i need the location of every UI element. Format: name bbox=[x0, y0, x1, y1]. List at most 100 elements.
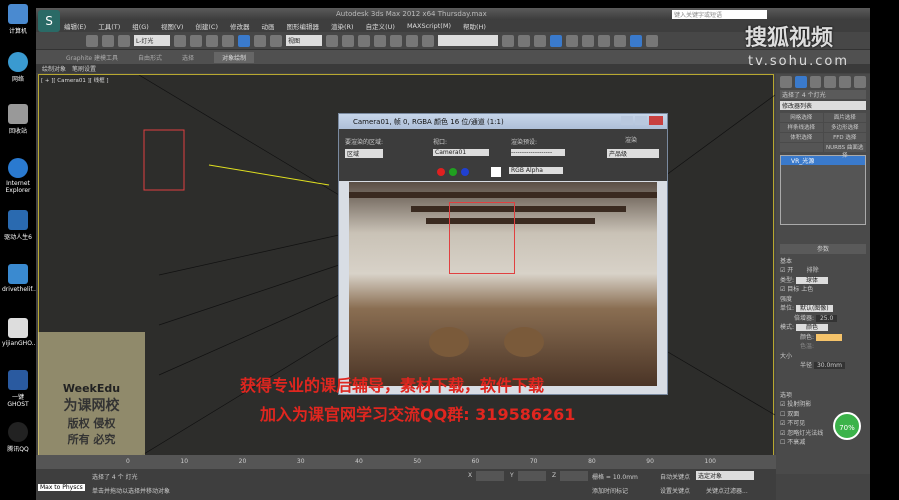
desktop-icon-computer[interactable]: 计算机 bbox=[2, 4, 34, 35]
stack-item[interactable]: VR_光源 bbox=[781, 156, 865, 165]
vol-select-button[interactable]: 体积选择 bbox=[780, 133, 823, 142]
display-tab-icon[interactable] bbox=[839, 76, 852, 88]
ignore-normals-checkbox[interactable]: 忽略灯光法线 bbox=[787, 430, 823, 437]
window-crossing-icon[interactable] bbox=[222, 34, 234, 47]
stack-controls[interactable] bbox=[776, 228, 870, 240]
ribbon-tab-freeform[interactable]: 自由形式 bbox=[138, 53, 162, 62]
paint-objects[interactable]: 绘制对象 bbox=[42, 64, 66, 73]
app-logo-icon[interactable]: S bbox=[38, 10, 60, 32]
menu-view[interactable]: 视图(V) bbox=[161, 21, 184, 31]
schematic-icon[interactable] bbox=[582, 34, 594, 47]
menu-animation[interactable]: 动画 bbox=[262, 21, 275, 31]
mode-dropdown[interactable]: 颜色 bbox=[795, 324, 828, 331]
render-icon[interactable] bbox=[646, 34, 658, 47]
desktop-icon-driver[interactable]: 驱动人生6 bbox=[2, 210, 34, 241]
green-channel-icon[interactable] bbox=[449, 168, 457, 176]
edit-named-sets-icon[interactable] bbox=[422, 34, 434, 47]
mirror-icon[interactable] bbox=[502, 34, 514, 47]
nurbs-select-button[interactable]: NURBS 曲面选择 bbox=[823, 143, 866, 159]
type-dropdown[interactable]: 球体 bbox=[795, 276, 828, 284]
desktop-icon-recycle-bin[interactable]: 回收站 bbox=[2, 104, 34, 135]
desktop-icon-ghost[interactable]: 一键GHOST bbox=[2, 370, 34, 408]
ribbon-tab-graphite[interactable]: Graphite 建模工具 bbox=[66, 53, 118, 62]
z-coord-field[interactable] bbox=[560, 471, 588, 481]
scene-explorer-icon[interactable] bbox=[550, 34, 562, 47]
link-icon[interactable] bbox=[86, 34, 98, 47]
patch-select-button[interactable]: 面片选择 bbox=[823, 113, 866, 122]
on-checkbox[interactable]: 开 bbox=[787, 267, 793, 274]
desktop-icon-qq[interactable]: 腾讯QQ bbox=[2, 422, 34, 453]
material-editor-icon[interactable] bbox=[598, 34, 610, 47]
rotate-icon[interactable] bbox=[254, 34, 266, 47]
x-coord-field[interactable] bbox=[476, 471, 504, 481]
render-setup-icon[interactable] bbox=[614, 34, 626, 47]
layer-icon[interactable] bbox=[534, 34, 546, 47]
scale-icon[interactable] bbox=[270, 34, 282, 47]
unit-dropdown[interactable]: 默认(图像) bbox=[795, 305, 833, 312]
ffd-select-button[interactable]: FFD 选择 bbox=[823, 133, 866, 142]
spinner-snap-icon[interactable] bbox=[406, 34, 418, 47]
select-by-name-icon[interactable] bbox=[190, 34, 202, 47]
key-filter-dropdown[interactable]: 选定对象 bbox=[696, 471, 754, 480]
utilities-tab-icon[interactable] bbox=[854, 76, 866, 88]
render-mode-dropdown[interactable]: 产品级 bbox=[607, 149, 659, 158]
speed-badge[interactable]: 70% bbox=[833, 412, 861, 440]
dialog-title-bar[interactable]: Camera01, 帧 0, RGBA 颜色 16 位/通道 (1:1) bbox=[339, 114, 667, 129]
menu-rendering[interactable]: 渲染(R) bbox=[331, 21, 354, 31]
maximize-icon[interactable] bbox=[635, 116, 647, 125]
menu-edit[interactable]: 编辑(E) bbox=[64, 21, 86, 31]
no-decay-checkbox[interactable]: 不衰减 bbox=[787, 439, 805, 446]
unlink-icon[interactable] bbox=[102, 34, 114, 47]
desktop-icon-yijianghost[interactable]: yijianGHO... bbox=[2, 318, 37, 347]
mesh-select-button[interactable]: 网格选择 bbox=[780, 113, 823, 122]
bind-icon[interactable] bbox=[118, 34, 130, 47]
menu-create[interactable]: 创建(C) bbox=[195, 21, 218, 31]
snap-icon[interactable] bbox=[358, 34, 370, 47]
ribbon-tab-object-paint[interactable]: 对象绘制 bbox=[214, 51, 255, 63]
multiplier-spinner[interactable]: 25.0 bbox=[815, 314, 838, 322]
desktop-icon-ie[interactable]: Internet Explorer bbox=[2, 158, 34, 194]
spline-select-button[interactable]: 样条线选择 bbox=[780, 123, 823, 132]
area-dropdown[interactable]: 区域 bbox=[345, 149, 383, 158]
render-region-box[interactable] bbox=[449, 202, 515, 274]
ref-coord-dropdown[interactable]: 视图 bbox=[286, 35, 322, 46]
close-icon[interactable] bbox=[649, 116, 663, 125]
rollout-title[interactable]: 参数 bbox=[780, 244, 866, 254]
rendered-frame-window-icon[interactable] bbox=[630, 34, 642, 47]
targeted-checkbox[interactable]: 目标 上色 bbox=[787, 286, 813, 293]
ribbon-tab-selection[interactable]: 选择 bbox=[182, 53, 194, 62]
menu-modifiers[interactable]: 修改器 bbox=[230, 21, 250, 31]
select-icon[interactable] bbox=[174, 34, 186, 47]
modifier-stack[interactable]: VR_光源 bbox=[780, 155, 866, 225]
set-key-button[interactable]: 设置关键点 bbox=[660, 486, 690, 495]
manipulate-icon[interactable] bbox=[342, 34, 354, 47]
selected-light-gizmo[interactable] bbox=[143, 129, 185, 191]
hierarchy-tab-icon[interactable] bbox=[809, 76, 822, 88]
selection-filter-dropdown[interactable]: L-灯光 bbox=[134, 35, 170, 46]
y-coord-field[interactable] bbox=[518, 471, 546, 481]
poly-select-button[interactable]: 多边形选择 bbox=[823, 123, 866, 132]
object-name-field[interactable]: 选择了 4 个灯光 bbox=[780, 90, 866, 99]
align-icon[interactable] bbox=[518, 34, 530, 47]
menu-help[interactable]: 帮助(H) bbox=[463, 21, 486, 31]
invisible-checkbox[interactable]: 不可见 bbox=[787, 420, 805, 427]
blue-channel-icon[interactable] bbox=[461, 168, 469, 176]
desktop-icon-network[interactable]: 网络 bbox=[2, 52, 34, 83]
auto-key-button[interactable]: 自动关键点 bbox=[660, 472, 690, 481]
viewport-dropdown[interactable]: Camera01 bbox=[433, 149, 489, 156]
percent-snap-icon[interactable] bbox=[390, 34, 402, 47]
maxscript-listener[interactable]: Max to Physcs bbox=[38, 484, 85, 491]
curve-editor-icon[interactable] bbox=[566, 34, 578, 47]
motion-tab-icon[interactable] bbox=[824, 76, 837, 88]
region-select-icon[interactable] bbox=[206, 34, 218, 47]
angle-snap-icon[interactable] bbox=[374, 34, 386, 47]
menu-graph-editors[interactable]: 图形编辑器 bbox=[287, 21, 320, 31]
color-swatch[interactable] bbox=[491, 167, 501, 177]
channel-dropdown[interactable]: RGB Alpha bbox=[509, 167, 563, 174]
exclude-button[interactable]: 排除 bbox=[807, 267, 819, 274]
radius-spinner[interactable]: 30.0mm bbox=[813, 362, 845, 369]
timeline[interactable]: 0 10 20 30 40 50 60 70 80 90 100 bbox=[36, 455, 776, 469]
light-color-swatch[interactable] bbox=[815, 333, 842, 341]
create-tab-icon[interactable] bbox=[780, 76, 792, 88]
viewport-label[interactable]: [ + ][ Camera01 ][ 线框 ] bbox=[41, 76, 109, 84]
